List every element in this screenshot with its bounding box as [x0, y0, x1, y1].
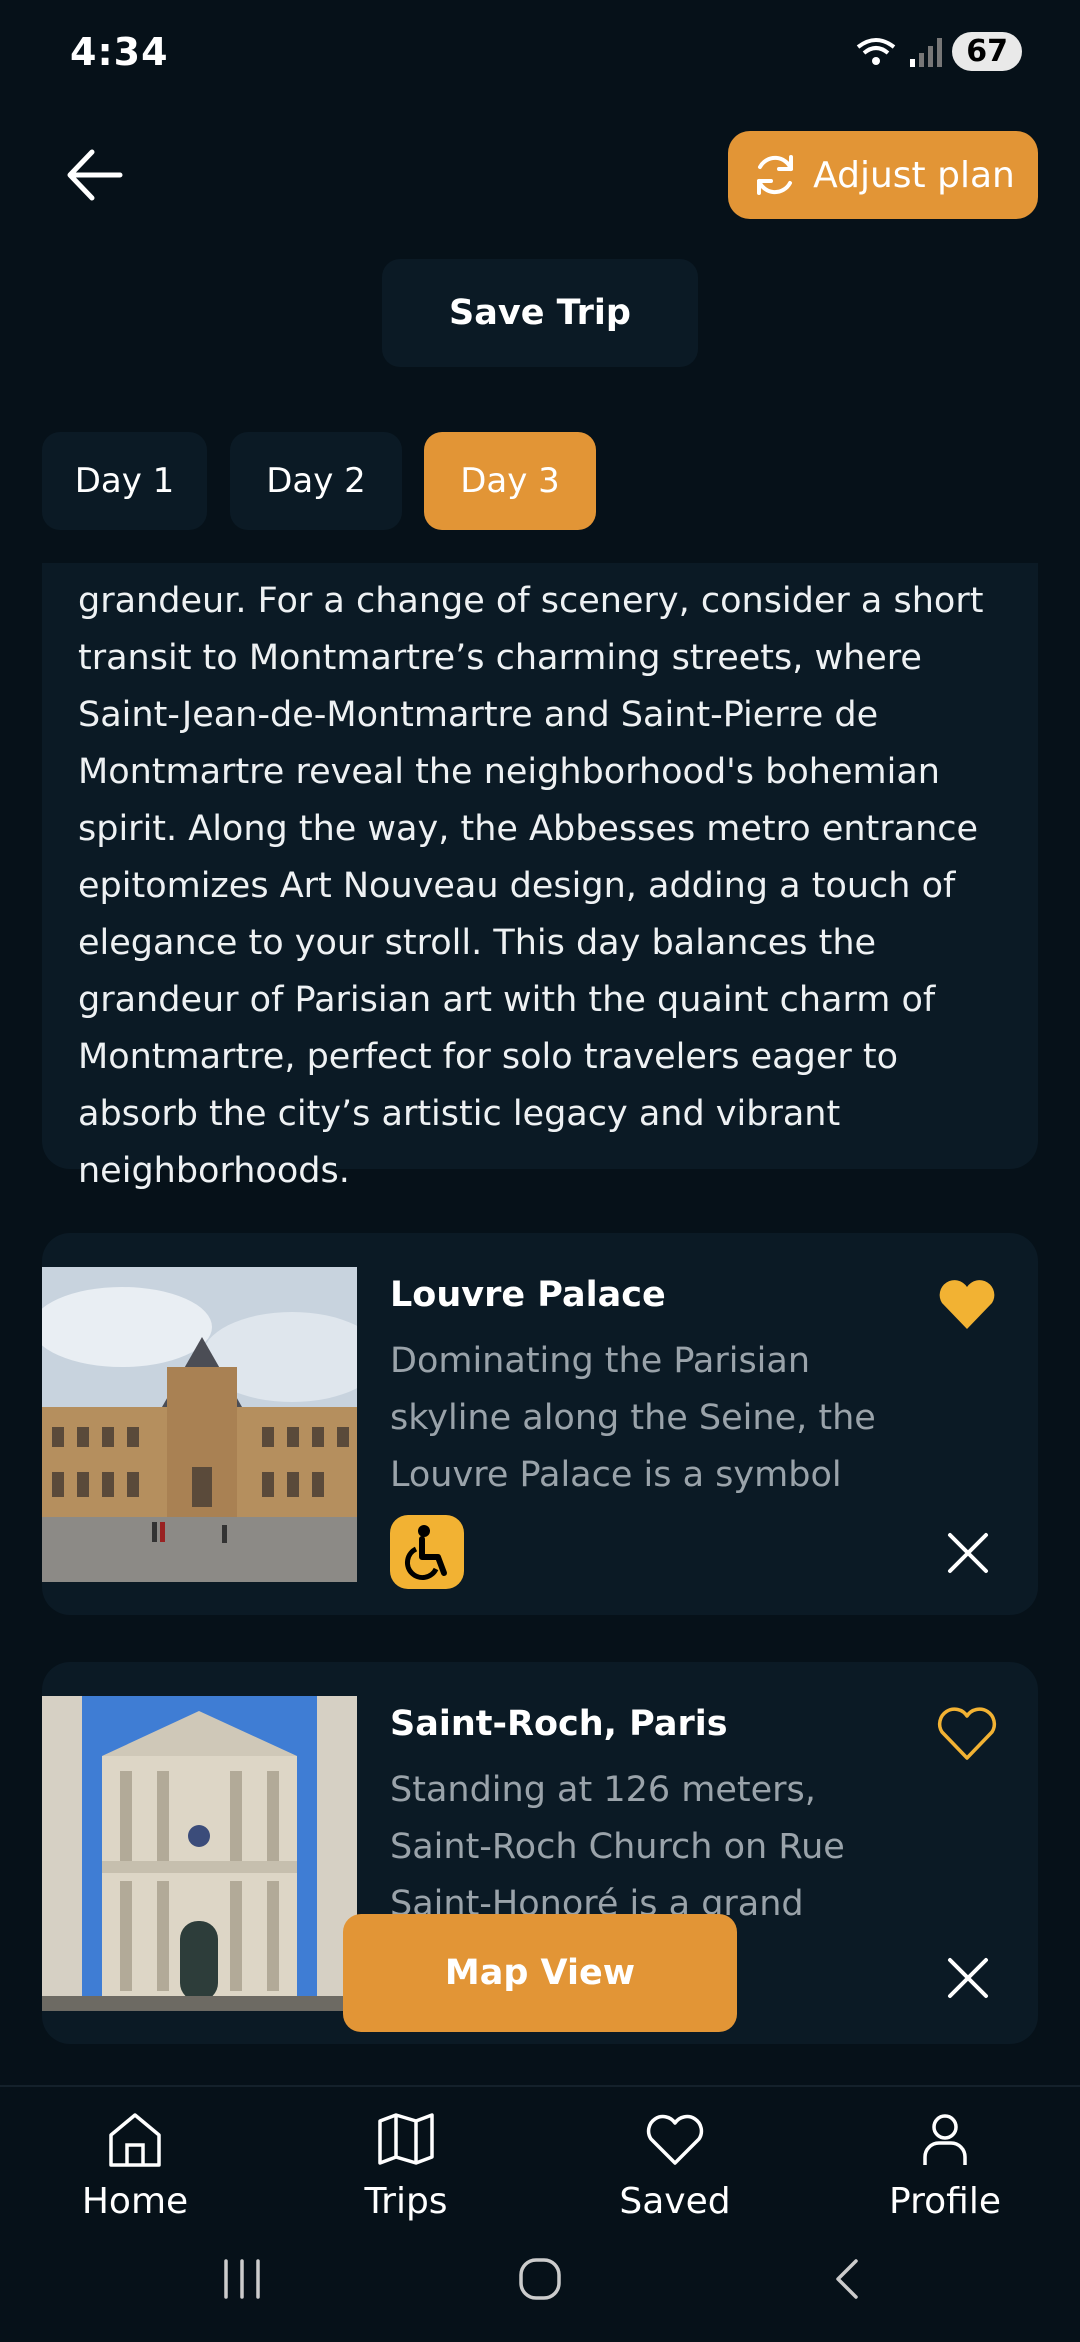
place-image-saint-roch: [42, 1696, 357, 2011]
place-card-louvre[interactable]: Louvre Palace Dominating the Parisian sk…: [42, 1233, 1038, 1615]
save-trip-button[interactable]: Save Trip: [382, 259, 698, 367]
status-time: 4:34: [70, 30, 169, 74]
day-description-text: grandeur. For a change of scenery, consi…: [78, 581, 984, 1191]
favorite-button[interactable]: [932, 1269, 1002, 1339]
home-system-button[interactable]: [518, 2257, 562, 2305]
close-icon: [948, 1533, 988, 1573]
tab-day-2[interactable]: Day 2: [230, 432, 402, 530]
arrow-left-icon: [67, 149, 123, 201]
remove-button[interactable]: [942, 1952, 994, 2004]
tab-day-3[interactable]: Day 3: [424, 432, 596, 530]
place-title: Louvre Palace: [390, 1275, 666, 1315]
nav-trips[interactable]: Trips: [306, 2107, 506, 2222]
nav-home[interactable]: Home: [35, 2107, 235, 2222]
close-icon: [948, 1958, 988, 1998]
map-view-button[interactable]: Map View: [343, 1914, 737, 2032]
battery-indicator: 67: [952, 32, 1022, 71]
place-image-louvre: [42, 1267, 357, 1582]
favorite-button[interactable]: [932, 1698, 1002, 1768]
nav-label: Trips: [364, 2181, 448, 2222]
user-icon: [923, 2114, 967, 2165]
system-back-button[interactable]: [826, 2257, 870, 2305]
place-title: Saint-Roch, Paris: [390, 1704, 728, 1744]
map-icon: [378, 2113, 434, 2165]
tab-day-1[interactable]: Day 1: [42, 432, 207, 530]
day-description-card: grandeur. For a change of scenery, consi…: [42, 563, 1038, 1191]
nav-label: Profile: [889, 2181, 1001, 2222]
heart-filled-icon: [939, 1280, 995, 1329]
recent-apps-button[interactable]: [220, 2257, 264, 2305]
nav-profile[interactable]: Profile: [845, 2107, 1045, 2222]
home-icon: [109, 2113, 161, 2167]
adjust-plan-label: Adjust plan: [813, 154, 1015, 196]
heart-icon: [646, 2114, 704, 2165]
back-button[interactable]: [60, 140, 130, 210]
home-circle-icon: [519, 2258, 561, 2300]
nav-label: Saved: [619, 2181, 731, 2222]
bottom-navigation: Home Trips Saved Profile: [0, 2085, 1080, 2342]
refresh-icon: [757, 155, 794, 195]
recent-apps-icon: [224, 2259, 260, 2299]
nav-saved[interactable]: Saved: [575, 2107, 775, 2222]
wifi-icon: [857, 37, 896, 65]
wheelchair-icon: [390, 1515, 464, 1589]
heart-outline-icon: [937, 1707, 997, 1760]
nav-label: Home: [81, 2181, 189, 2222]
adjust-plan-button[interactable]: Adjust plan: [728, 131, 1038, 219]
signal-icon: [910, 37, 943, 67]
remove-button[interactable]: [942, 1527, 994, 1579]
status-icons: 67: [854, 32, 1022, 71]
chevron-left-icon: [836, 2259, 858, 2299]
